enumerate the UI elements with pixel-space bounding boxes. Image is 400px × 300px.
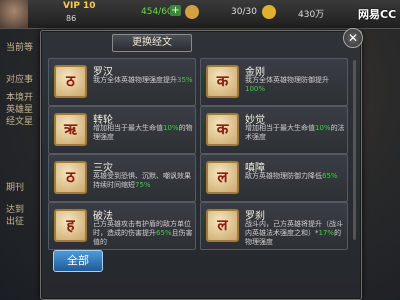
scripture-desc: 战斗内，己方英雄将提升（战斗内英雄法术强度之和）*17%的物理强度 bbox=[245, 220, 343, 246]
scripture-card-miaojue[interactable]: क 妙觉 增加相当于最大生命值10%的法术强度 bbox=[200, 106, 348, 154]
scripture-desc: 己方英雄攻击有护盾的敌方单位时，造成的伤害提升65%且伤害值的 bbox=[93, 220, 193, 246]
bg-label: 当前等 bbox=[6, 43, 34, 53]
bg-label: 出征 bbox=[6, 217, 25, 227]
gold-icon bbox=[262, 5, 276, 19]
vip-badge: VIP 10 bbox=[63, 1, 96, 11]
scripture-desc: 我方全体英雄物理强度提升35% bbox=[93, 76, 193, 84]
scripture-rune-icon: क bbox=[206, 65, 239, 98]
scripture-desc: 英雄受到恐惧、沉默、嘲讽效果持续时间缩短75% bbox=[93, 172, 191, 189]
bg-label: 经文星 bbox=[6, 117, 34, 127]
scripture-desc: 敌方英雄物理防御力降低65% bbox=[245, 172, 338, 180]
dialog-title: 更换经文 bbox=[112, 34, 192, 52]
scripture-card-luosha[interactable]: ल 罗刹 战斗内，己方英雄将提升（战斗内英雄法术强度之和）*17%的物理强度 bbox=[200, 202, 348, 250]
scripture-desc: 增加相当于最大生命值10%的法术强度 bbox=[245, 124, 345, 141]
scripture-card-pofa[interactable]: ह 破法 己方英雄攻击有护盾的敌方单位时，造成的伤害提升65%且伤害值的 bbox=[48, 202, 196, 250]
scripture-rune-icon: ल bbox=[206, 161, 239, 194]
scripture-rune-icon: क bbox=[206, 113, 239, 146]
gold-counter: 430万 bbox=[298, 10, 325, 20]
scripture-card-zhuanlun[interactable]: ऋ 转轮 增加相当于最大生命值10%的物理强度 bbox=[48, 106, 196, 154]
scripture-card-sanzai[interactable]: ठ 三灾 英雄受到恐惧、沉默、嘲讽效果持续时间缩短75% bbox=[48, 154, 196, 202]
player-avatar[interactable] bbox=[0, 0, 28, 28]
bg-label: 期刊 bbox=[6, 183, 25, 193]
energy-counter: 30/30 bbox=[231, 7, 257, 17]
scripture-rune-icon: ल bbox=[206, 209, 239, 242]
plus-icon[interactable]: + bbox=[170, 5, 181, 16]
all-filter-button[interactable]: 全部 bbox=[53, 250, 103, 272]
scripture-desc: 我方全体英雄物理防御提升100% bbox=[245, 76, 329, 93]
scripture-card-chenzhang[interactable]: ल 嗔障 敌方英雄物理防御力降低65% bbox=[200, 154, 348, 202]
stamina-counter: 454/60 bbox=[141, 7, 173, 17]
scripture-rune-icon: ऋ bbox=[54, 113, 87, 146]
scripture-card-jingang[interactable]: क 金刚 我方全体英雄物理防御提升100% bbox=[200, 58, 348, 106]
scripture-card-luohan[interactable]: ठ 罗汉 我方全体英雄物理强度提升35% bbox=[48, 58, 196, 106]
top-status-bar: VIP 10 86 454/60 + 30/30 430万 bbox=[0, 0, 400, 29]
bg-label: 对应事 bbox=[6, 75, 34, 85]
scrollbar[interactable] bbox=[353, 60, 356, 240]
scripture-desc: 增加相当于最大生命值10%的物理强度 bbox=[93, 124, 193, 141]
scripture-rune-icon: ठ bbox=[54, 65, 87, 98]
close-icon[interactable]: ✕ bbox=[343, 28, 363, 48]
scripture-rune-icon: ह bbox=[54, 209, 87, 242]
player-level: 86 bbox=[66, 14, 77, 23]
scripture-rune-icon: ठ bbox=[54, 161, 87, 194]
watermark-logo: 网易CC bbox=[358, 8, 397, 21]
energy-icon bbox=[185, 5, 199, 19]
